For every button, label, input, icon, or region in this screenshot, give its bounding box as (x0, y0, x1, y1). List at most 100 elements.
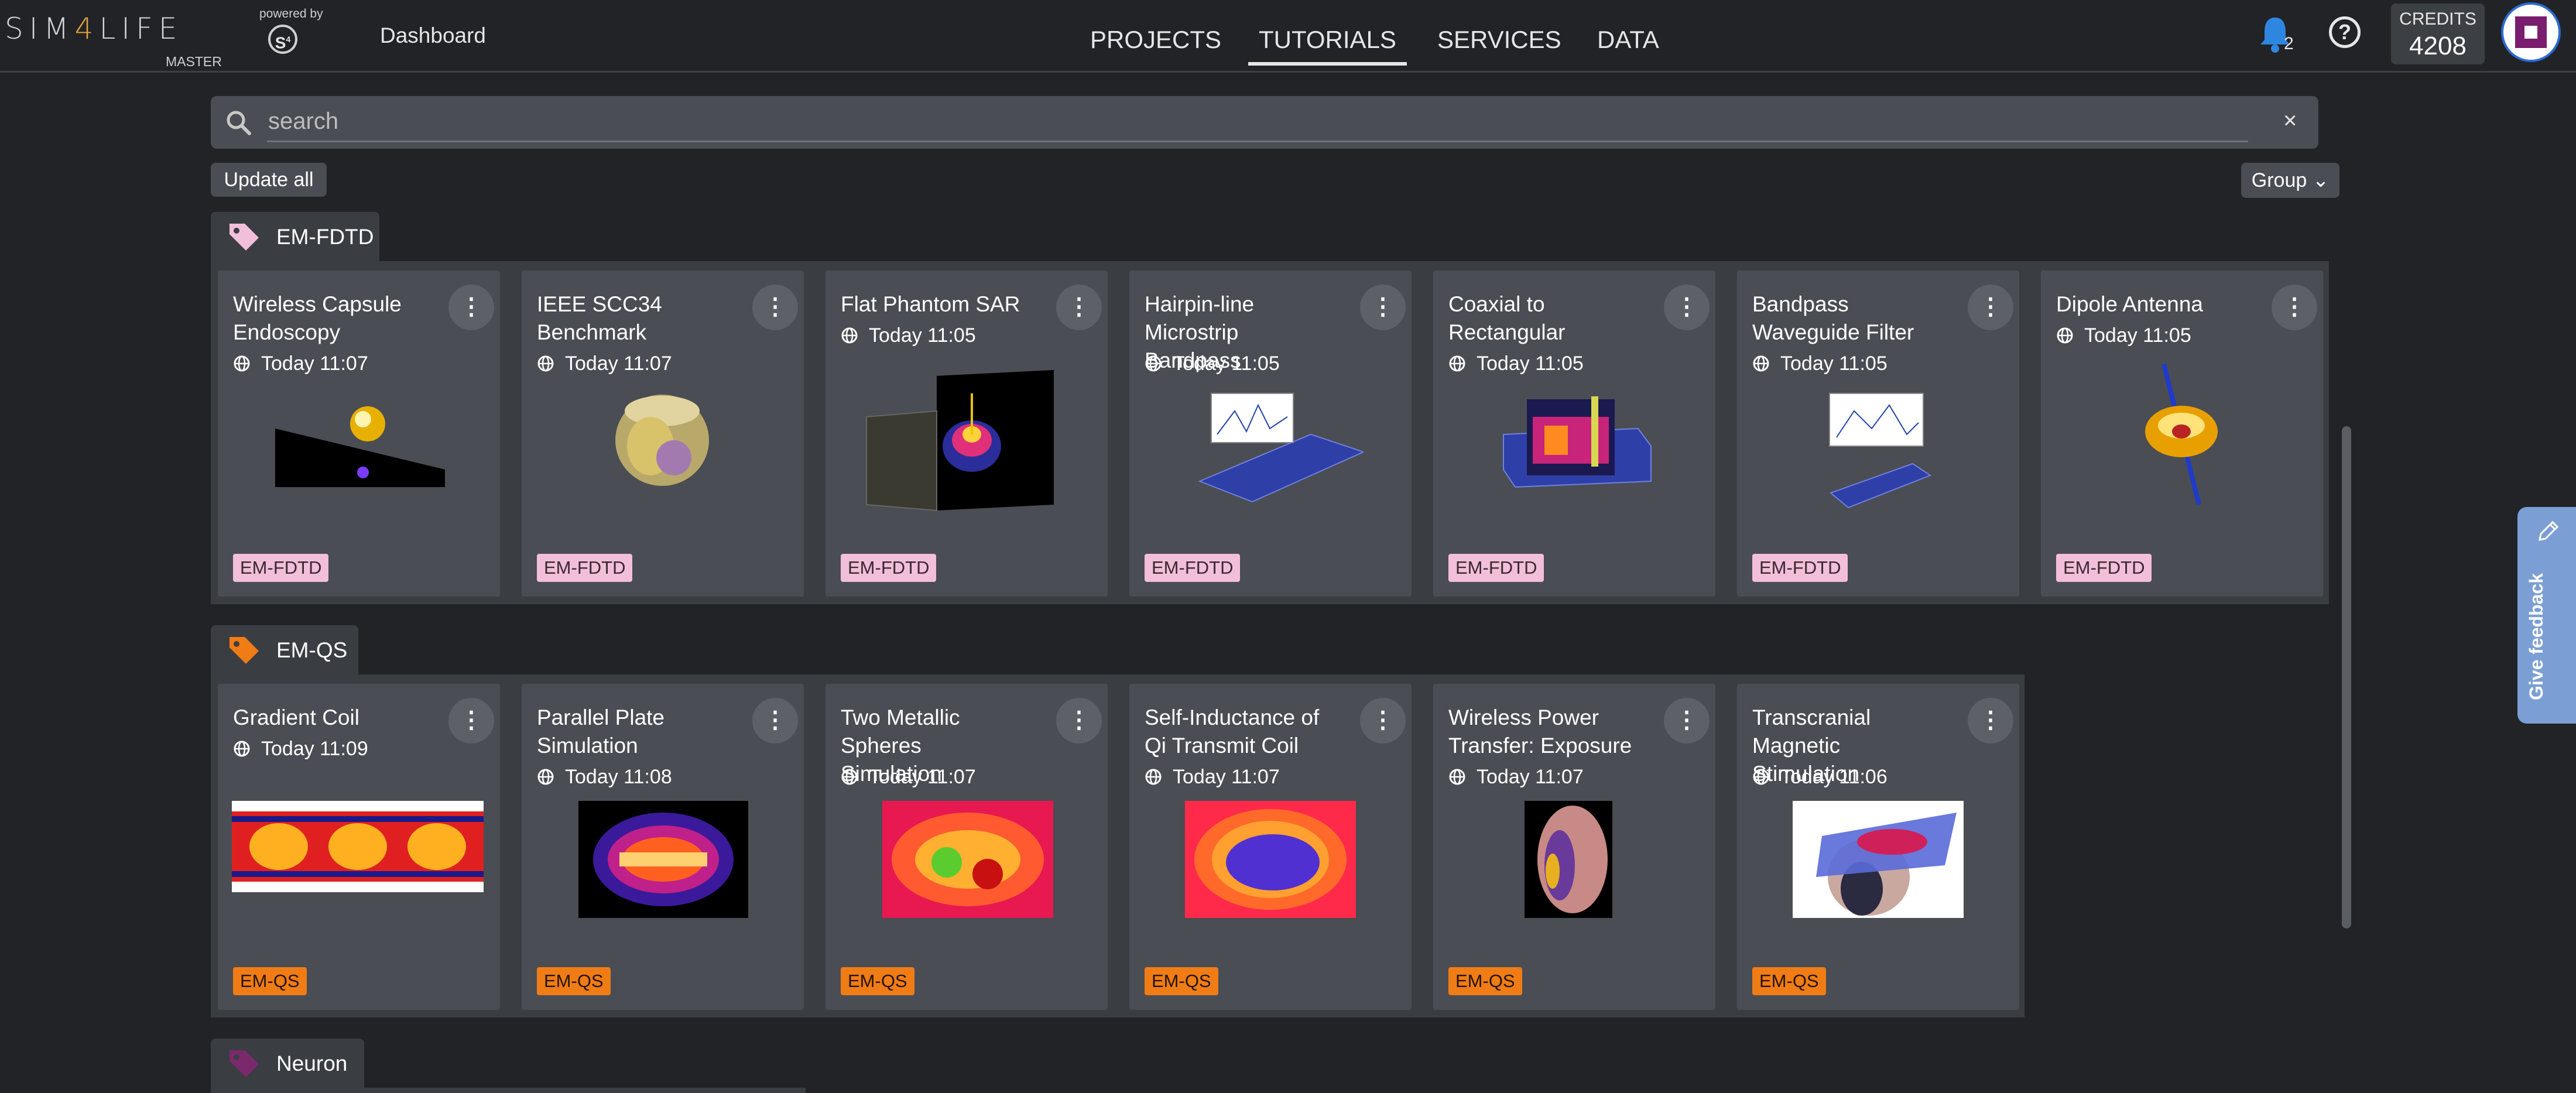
nav-services[interactable]: SERVICES (1437, 26, 1561, 54)
globe-icon (841, 769, 858, 785)
card-title: Wireless Capsule Endoscopy (233, 292, 402, 344)
kebab-menu-icon[interactable]: ⋮ (1360, 285, 1406, 330)
kebab-menu-icon[interactable]: ⋮ (752, 698, 798, 743)
category-badge: EM-QS (1145, 967, 1218, 995)
kebab-menu-icon[interactable]: ⋮ (1664, 698, 1710, 743)
tutorial-thumbnail (275, 406, 445, 487)
nav-projects[interactable]: PROJECTS (1090, 26, 1221, 54)
osparc-logo: S4 (268, 25, 297, 54)
card-timestamp: Today 11:07 (233, 352, 368, 375)
search-icon (227, 111, 251, 135)
tutorial-thumbnail (866, 370, 1054, 512)
card-title: Coaxial to Rectangular (1448, 292, 1566, 344)
update-all-button[interactable]: Update all (211, 163, 327, 197)
card-timestamp: Today 11:08 (537, 766, 672, 789)
category-badge: EM-FDTD (841, 554, 937, 582)
tutorial-thumbnail (1793, 801, 1964, 918)
dashboard-link[interactable]: Dashboard (380, 23, 486, 48)
kebab-menu-icon[interactable]: ⋮ (448, 698, 494, 743)
card-time-text: Today 11:08 (565, 766, 672, 788)
category-badge: EM-QS (841, 967, 914, 995)
nav-data[interactable]: DATA (1597, 26, 1659, 54)
category-badge: EM-FDTD (537, 554, 633, 582)
kebab-menu-icon[interactable]: ⋮ (2272, 285, 2317, 330)
card-time-text: Today 11:09 (261, 738, 368, 760)
clear-search-icon[interactable]: × (2283, 108, 2297, 134)
card-timestamp: Today 11:05 (841, 324, 976, 347)
tutorial-card[interactable]: Hairpin-line Microstrip Bandpass ⋮ Today… (1129, 270, 1412, 597)
tutorial-card[interactable]: IEEE SCC34 Benchmark ⋮ Today 11:07 EM-FD… (522, 270, 804, 597)
tutorial-card[interactable]: Dipole Antenna ⋮ Today 11:05 EM-FDTD (2041, 270, 2323, 597)
card-timestamp: Today 11:05 (1752, 352, 1888, 375)
card-time-text: Today 11:07 (565, 352, 672, 375)
kebab-menu-icon[interactable]: ⋮ (752, 285, 798, 330)
vertical-scrollbar[interactable] (2342, 426, 2351, 928)
globe-icon (1753, 355, 1769, 372)
tutorial-card[interactable]: Two Metallic Spheres Simulation ⋮ Today … (825, 684, 1108, 1010)
tutorial-thumbnail (578, 801, 748, 918)
kebab-menu-icon[interactable]: ⋮ (1968, 698, 2013, 743)
nav-tutorials[interactable]: TUTORIALS (1248, 26, 1407, 66)
section-name: EM-QS (276, 638, 348, 662)
card-time-text: Today 11:07 (1173, 766, 1280, 788)
osparc-logo-letter: S (275, 33, 286, 52)
tutorial-thumbnail (1185, 801, 1356, 918)
globe-icon (841, 327, 858, 344)
globe-icon (1145, 355, 1162, 372)
kebab-menu-icon[interactable]: ⋮ (1664, 285, 1710, 330)
tutorial-card[interactable]: Coaxial to Rectangular ⋮ Today 11:05 EM-… (1433, 270, 1715, 597)
group-dropdown[interactable]: Group ⌄ (2241, 163, 2339, 198)
kebab-menu-icon[interactable]: ⋮ (1056, 285, 1102, 330)
card-title: Bandpass Waveguide Filter (1752, 292, 1914, 344)
tutorial-card[interactable]: Flat Phantom SAR ⋮ Today 11:05 EM-FDTD (825, 270, 1108, 597)
card-time-text: Today 11:07 (869, 766, 976, 788)
section-name: Neuron (276, 1051, 348, 1075)
kebab-menu-icon[interactable]: ⋮ (1968, 285, 2013, 330)
tutorial-thumbnail (882, 801, 1053, 918)
tutorial-card[interactable]: Wireless Capsule Endoscopy ⋮ Today 11:07… (218, 270, 500, 597)
tutorial-card[interactable]: Self-Inductance of Qi Transmit Coil ⋮ To… (1129, 684, 1412, 1010)
credits-value: 4208 (2409, 32, 2467, 60)
card-timestamp: Today 11:05 (2056, 324, 2191, 347)
credits-indicator[interactable]: CREDITS 4208 (2391, 4, 2485, 64)
category-badge: EM-QS (233, 967, 307, 995)
kebab-menu-icon[interactable]: ⋮ (1056, 698, 1102, 743)
logo-text-suffix: LIFE (99, 12, 183, 46)
globe-icon (234, 355, 250, 372)
powered-by-label: powered by (259, 7, 323, 20)
globe-icon (1753, 769, 1769, 785)
category-badge: EM-QS (1752, 967, 1826, 995)
tutorial-card[interactable]: Transcranial Magnetic Stimulation ⋮ Toda… (1737, 684, 2019, 1010)
globe-icon (537, 769, 554, 785)
tutorial-card[interactable]: Gradient Coil ⋮ Today 11:09 EM-QS (218, 684, 500, 1010)
section-name: EM-FDTD (276, 225, 374, 249)
give-feedback-button[interactable]: Give feedback (2517, 507, 2576, 724)
card-title: Wireless Power Transfer: Exposure (1448, 705, 1632, 758)
category-badge: EM-QS (537, 967, 611, 995)
tutorial-card[interactable]: Parallel Plate Simulation ⋮ Today 11:08 … (522, 684, 804, 1010)
user-avatar[interactable] (2501, 2, 2561, 62)
category-badge: EM-FDTD (1448, 554, 1544, 582)
tutorial-thumbnail (1503, 396, 1652, 488)
tutorial-card[interactable]: Bandpass Waveguide Filter ⋮ Today 11:05 … (1737, 270, 2019, 597)
card-time-text: Today 11:05 (1477, 352, 1584, 375)
card-title: Parallel Plate Simulation (537, 705, 665, 758)
globe-icon (1145, 769, 1162, 785)
card-timestamp: Today 11:05 (1145, 352, 1280, 375)
tutorial-thumbnail (615, 395, 709, 486)
card-title: Dipole Antenna (2056, 292, 2203, 316)
globe-icon (2057, 327, 2073, 344)
card-title: Flat Phantom SAR (841, 292, 1020, 316)
kebab-menu-icon[interactable]: ⋮ (448, 285, 494, 330)
kebab-menu-icon[interactable]: ⋮ (1360, 698, 1406, 743)
sim4life-logo[interactable]: SIM4LIFE (5, 12, 183, 46)
tag-icon (229, 1050, 259, 1077)
search-input[interactable] (267, 102, 2248, 142)
help-icon[interactable]: ? (2329, 16, 2361, 48)
tutorial-thumbnail (1198, 393, 1364, 503)
card-timestamp: Today 11:07 (1448, 766, 1584, 789)
card-title: IEEE SCC34 Benchmark (537, 292, 662, 344)
tutorial-card[interactable]: Wireless Power Transfer: Exposure ⋮ Toda… (1433, 684, 1715, 1010)
card-time-text: Today 11:07 (1477, 766, 1584, 788)
card-time-text: Today 11:05 (1780, 352, 1888, 375)
